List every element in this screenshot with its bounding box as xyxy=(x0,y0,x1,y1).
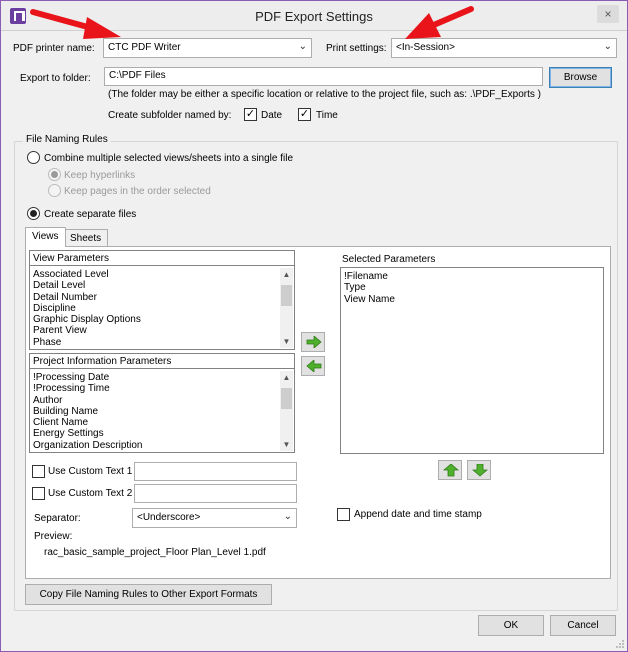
remove-parameter-button[interactable] xyxy=(301,356,325,376)
selected-parameters-header: Selected Parameters xyxy=(342,254,436,265)
scroll-up-icon[interactable]: ▲ xyxy=(280,371,293,384)
time-checkbox[interactable]: ✓ xyxy=(298,108,311,121)
export-folder-hint: (The folder may be either a specific loc… xyxy=(108,89,541,100)
print-settings-label: Print settings: xyxy=(326,43,387,54)
list-item[interactable]: Detail Level xyxy=(33,280,278,291)
separate-files-radio[interactable] xyxy=(27,207,40,220)
scroll-down-icon[interactable]: ▼ xyxy=(280,438,293,451)
chevron-down-icon: ⌄ xyxy=(298,41,307,52)
combine-files-radio[interactable] xyxy=(27,151,40,164)
scroll-thumb[interactable] xyxy=(281,388,292,409)
list-item[interactable]: Type xyxy=(344,282,587,293)
custom-text-2-input[interactable] xyxy=(134,484,297,503)
arrow-up-icon xyxy=(443,464,459,477)
resize-grip-icon[interactable] xyxy=(615,639,625,649)
move-up-button[interactable] xyxy=(438,460,462,480)
custom-text-1-label: Use Custom Text 1 xyxy=(48,466,133,477)
chevron-down-icon: ⌄ xyxy=(283,511,292,522)
annotation-arrow-icon xyxy=(405,6,474,39)
keep-hyperlinks-radio[interactable] xyxy=(48,168,61,181)
list-item[interactable]: Author xyxy=(33,395,278,406)
list-item[interactable]: Building Name xyxy=(33,406,278,417)
time-checkbox-label: Time xyxy=(316,110,338,121)
list-item[interactable]: Energy Settings xyxy=(33,428,278,439)
scroll-up-icon[interactable]: ▲ xyxy=(280,268,293,281)
add-parameter-button[interactable] xyxy=(301,332,325,352)
subfolder-label: Create subfolder named by: xyxy=(108,110,232,121)
view-parameters-header: View Parameters xyxy=(30,251,294,266)
date-checkbox-label: Date xyxy=(261,110,283,121)
close-button[interactable]: × xyxy=(597,5,619,23)
list-item[interactable]: Graphic Display Options xyxy=(33,314,278,325)
view-parameters-list[interactable]: View Parameters Associated Level Detail L… xyxy=(29,250,295,350)
view-parameters-scrollbar[interactable]: ▲ ▼ xyxy=(280,268,293,348)
separate-files-label: Create separate files xyxy=(44,209,137,220)
list-item[interactable]: !Processing Date xyxy=(33,372,278,383)
list-item[interactable]: Discipline xyxy=(33,303,278,314)
selected-parameters-list[interactable]: !Filename Type View Name xyxy=(340,267,604,454)
chevron-down-icon: ⌄ xyxy=(603,41,612,52)
date-checkbox[interactable]: ✓ xyxy=(244,108,257,121)
append-timestamp-checkbox[interactable] xyxy=(337,508,350,521)
scroll-down-icon[interactable]: ▼ xyxy=(280,335,293,348)
project-parameters-header: Project Information Parameters xyxy=(30,354,294,369)
list-item[interactable]: Detail Number xyxy=(33,292,278,303)
keep-hyperlinks-label: Keep hyperlinks xyxy=(64,170,136,181)
views-tab-panel: View Parameters Associated Level Detail L… xyxy=(25,246,611,579)
export-folder-input[interactable]: C:\PDF Files xyxy=(104,67,543,86)
arrow-right-icon xyxy=(306,336,322,348)
list-item[interactable]: Associated Level xyxy=(33,269,278,280)
separator-value: <Underscore> xyxy=(137,512,201,523)
combine-files-label: Combine multiple selected views/sheets i… xyxy=(44,153,294,164)
move-down-button[interactable] xyxy=(467,460,491,480)
list-item[interactable]: Organization Description xyxy=(33,440,278,451)
file-naming-rules-label: File Naming Rules xyxy=(23,134,111,145)
custom-text-2-checkbox[interactable] xyxy=(32,487,45,500)
custom-text-1-checkbox[interactable] xyxy=(32,465,45,478)
list-item[interactable]: !Processing Time xyxy=(33,383,278,394)
pdf-export-settings-dialog: PDF Export Settings × PDF printer name: … xyxy=(0,0,628,652)
custom-text-2-label: Use Custom Text 2 xyxy=(48,488,133,499)
separator-dropdown[interactable]: <Underscore> ⌄ xyxy=(132,508,297,528)
printer-name-label: PDF printer name: xyxy=(13,43,95,54)
project-parameters-scrollbar[interactable]: ▲ ▼ xyxy=(280,371,293,451)
list-item[interactable]: Phase xyxy=(33,337,278,348)
export-folder-label: Export to folder: xyxy=(20,73,91,84)
separator-label: Separator: xyxy=(34,513,81,524)
tab-sheets[interactable]: Sheets xyxy=(63,229,109,247)
tab-views[interactable]: Views xyxy=(25,227,66,247)
preview-label: Preview: xyxy=(34,531,73,542)
keep-order-radio[interactable] xyxy=(48,184,61,197)
custom-text-1-input[interactable] xyxy=(134,462,297,481)
copy-naming-rules-button[interactable]: Copy File Naming Rules to Other Export F… xyxy=(25,584,272,605)
arrow-left-icon xyxy=(306,360,322,372)
ok-button[interactable]: OK xyxy=(478,615,544,636)
list-item[interactable]: !Filename xyxy=(344,271,587,282)
arrow-down-icon xyxy=(472,464,488,477)
project-parameters-list[interactable]: Project Information Parameters !Processi… xyxy=(29,353,295,453)
scroll-thumb[interactable] xyxy=(281,285,292,306)
append-timestamp-label: Append date and time stamp xyxy=(354,509,482,520)
browse-button[interactable]: Browse xyxy=(549,67,612,88)
annotation-arrow-icon xyxy=(30,9,121,39)
list-item[interactable]: Client Name xyxy=(33,417,278,428)
cancel-button[interactable]: Cancel xyxy=(550,615,616,636)
printer-name-dropdown[interactable]: CTC PDF Writer ⌄ xyxy=(103,38,312,58)
preview-value: rac_basic_sample_project_Floor Plan_Leve… xyxy=(44,547,266,558)
list-item[interactable]: Parent View xyxy=(33,325,278,336)
keep-order-label: Keep pages in the order selected xyxy=(64,186,211,197)
list-item[interactable]: View Name xyxy=(344,294,587,305)
